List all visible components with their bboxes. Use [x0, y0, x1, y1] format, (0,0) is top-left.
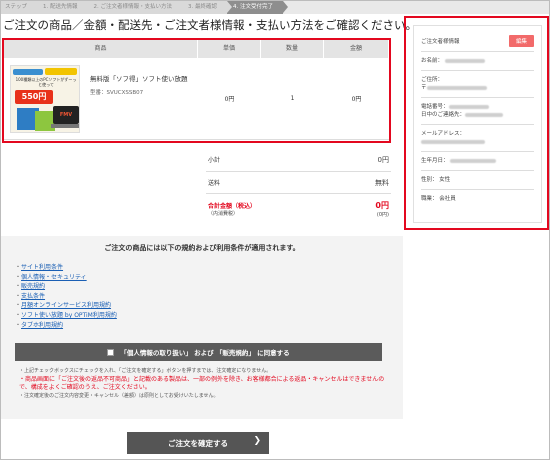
subtotal-value: 0円 [377, 155, 389, 164]
terms-links: サイト利用条件 個人情報・セキュリティ 販売規約 支払条件 月額オンラインサービ… [15, 263, 117, 330]
order-totals: 小計 0円 送料 無料 合計金額（税込） （内消費税） 0円 (0円) [206, 148, 391, 224]
terms-section: ご注文の商品には以下の規約および利用条件が適用されます。 サイト利用条件 個人情… [1, 236, 403, 419]
step-customer-payment: 2. ご注文者様情報・支払い方法 [87, 1, 187, 14]
note-cancel: ・注文確定後のご注文内容変更・キャンセル（差額）は原則としてお受けいたしません。 [19, 392, 219, 399]
confirm-order-button[interactable]: ご注文を確定する ❯ [127, 432, 269, 454]
total-row: 合計金額（税込） （内消費税） 0円 (0円) [206, 194, 391, 224]
link-payment-terms[interactable]: 支払条件 [15, 292, 117, 302]
agree-label: 「個人情報の取り扱い」 および 「販売規約」 に同意する [120, 349, 290, 357]
step-prefix: ステップ [1, 1, 43, 14]
chevron-right-icon: ❯ [253, 436, 261, 446]
subtotal-label: 小計 [208, 157, 221, 164]
total-value: 0円 [375, 201, 389, 210]
subtotal-row: 小計 0円 [206, 148, 391, 172]
step-complete: 4. 注文受付完了 [227, 1, 289, 14]
shipping-label: 送料 [208, 180, 221, 187]
tax-label: （内消費税） [208, 211, 239, 217]
link-optim-terms[interactable]: ソフト使い放題 by OPTiM利用規約 [15, 311, 117, 321]
note-confirm: ・上記チェックボックスにチェックを入れ、「ご注文を確定する」ボタンを押すまでは、… [19, 368, 272, 374]
shipping-value: 無料 [375, 178, 389, 187]
shipping-row: 送料 無料 [206, 172, 391, 194]
highlight-products [2, 38, 391, 143]
terms-title: ご注文の商品には以下の規約および利用条件が適用されます。 [104, 244, 300, 252]
agree-checkbox-bar[interactable]: 「個人情報の取り扱い」 および 「販売規約」 に同意する [15, 343, 382, 361]
highlight-customer-info [404, 16, 549, 230]
progress-steps: ステップ 1. 配送先情報 2. ご注文者様情報・支払い方法 3. 最終確認 4… [1, 1, 549, 14]
tax-value: (0円) [376, 212, 389, 218]
confirm-order-label: ご注文を確定する [168, 438, 228, 448]
link-site-terms[interactable]: サイト利用条件 [15, 263, 117, 273]
step-final-confirm: 3. 最終確認 [182, 1, 233, 14]
link-sales-terms[interactable]: 販売規約 [15, 282, 117, 292]
notes: ・上記チェックボックスにチェックを入れ、「ご注文を確定する」ボタンを押すまでは、… [19, 368, 394, 400]
total-label: 合計金額（税込） [208, 203, 257, 210]
link-privacy[interactable]: 個人情報・セキュリティ [15, 273, 117, 283]
link-monthly-service-terms[interactable]: 月額オンラインサービス利用規約 [15, 301, 117, 311]
link-tabho-terms[interactable]: タブホ利用規約 [15, 321, 117, 331]
note-return-warning: ・商品画面に「ご注文後の返品不可商品」と記載のある製品は、一部の例外を除き、お客… [19, 375, 385, 392]
step-delivery: 1. 配送先情報 [37, 1, 92, 14]
page-title: ご注文の商品／金額・配送先・ご注文者様情報・支払い方法をご確認ください。 [3, 18, 417, 32]
agree-checkbox[interactable] [107, 348, 115, 356]
